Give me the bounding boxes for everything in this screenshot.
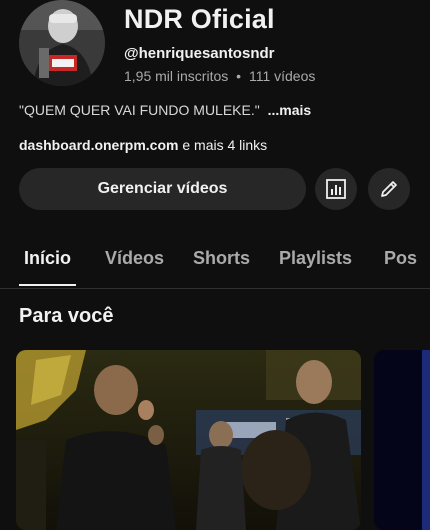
description-more-link[interactable]: ...mais [268,102,312,118]
channel-description[interactable]: "QUEM QUER VAI FUNDO MULEKE." ...mais [19,102,311,118]
channel-link-more[interactable]: e mais 4 links [182,137,267,153]
subscriber-count: 1,95 mil inscritos [124,68,229,84]
video-count: 111 vídeos [248,68,316,84]
description-text: "QUEM QUER VAI FUNDO MULEKE." [19,102,260,118]
video-thumbnail-next[interactable] [374,350,430,530]
stats-separator: • [236,68,242,84]
video-thumbnail[interactable] [16,350,361,530]
analytics-icon [326,179,346,199]
channel-tabs: Início Vídeos Shorts Playlists Pos [0,240,430,289]
tab-videos[interactable]: Vídeos [105,248,164,269]
pencil-icon [381,181,397,197]
channel-stats: 1,95 mil inscritos • 111 vídeos [124,68,315,84]
edit-channel-button[interactable] [368,168,410,210]
channel-links[interactable]: dashboard.onerpm.com e mais 4 links [19,137,267,153]
tab-inicio[interactable]: Início [24,248,71,269]
channel-avatar[interactable] [19,0,105,86]
channel-name: NDR Oficial [124,4,275,34]
tab-posts[interactable]: Pos [384,248,417,269]
thumbnail-image [16,350,361,530]
section-title: Para você [19,305,114,327]
manage-videos-label: Gerenciar vídeos [97,180,228,197]
channel-handle: @henriquesantosndr [124,45,275,62]
active-tab-indicator [19,284,76,286]
manage-videos-button[interactable]: Gerenciar vídeos [19,168,306,210]
avatar-image [19,0,105,86]
thumbnail-image-next [374,350,430,530]
analytics-button[interactable] [315,168,357,210]
tab-playlists[interactable]: Playlists [279,248,352,269]
tab-shorts[interactable]: Shorts [193,248,250,269]
channel-link-url[interactable]: dashboard.onerpm.com [19,137,178,153]
